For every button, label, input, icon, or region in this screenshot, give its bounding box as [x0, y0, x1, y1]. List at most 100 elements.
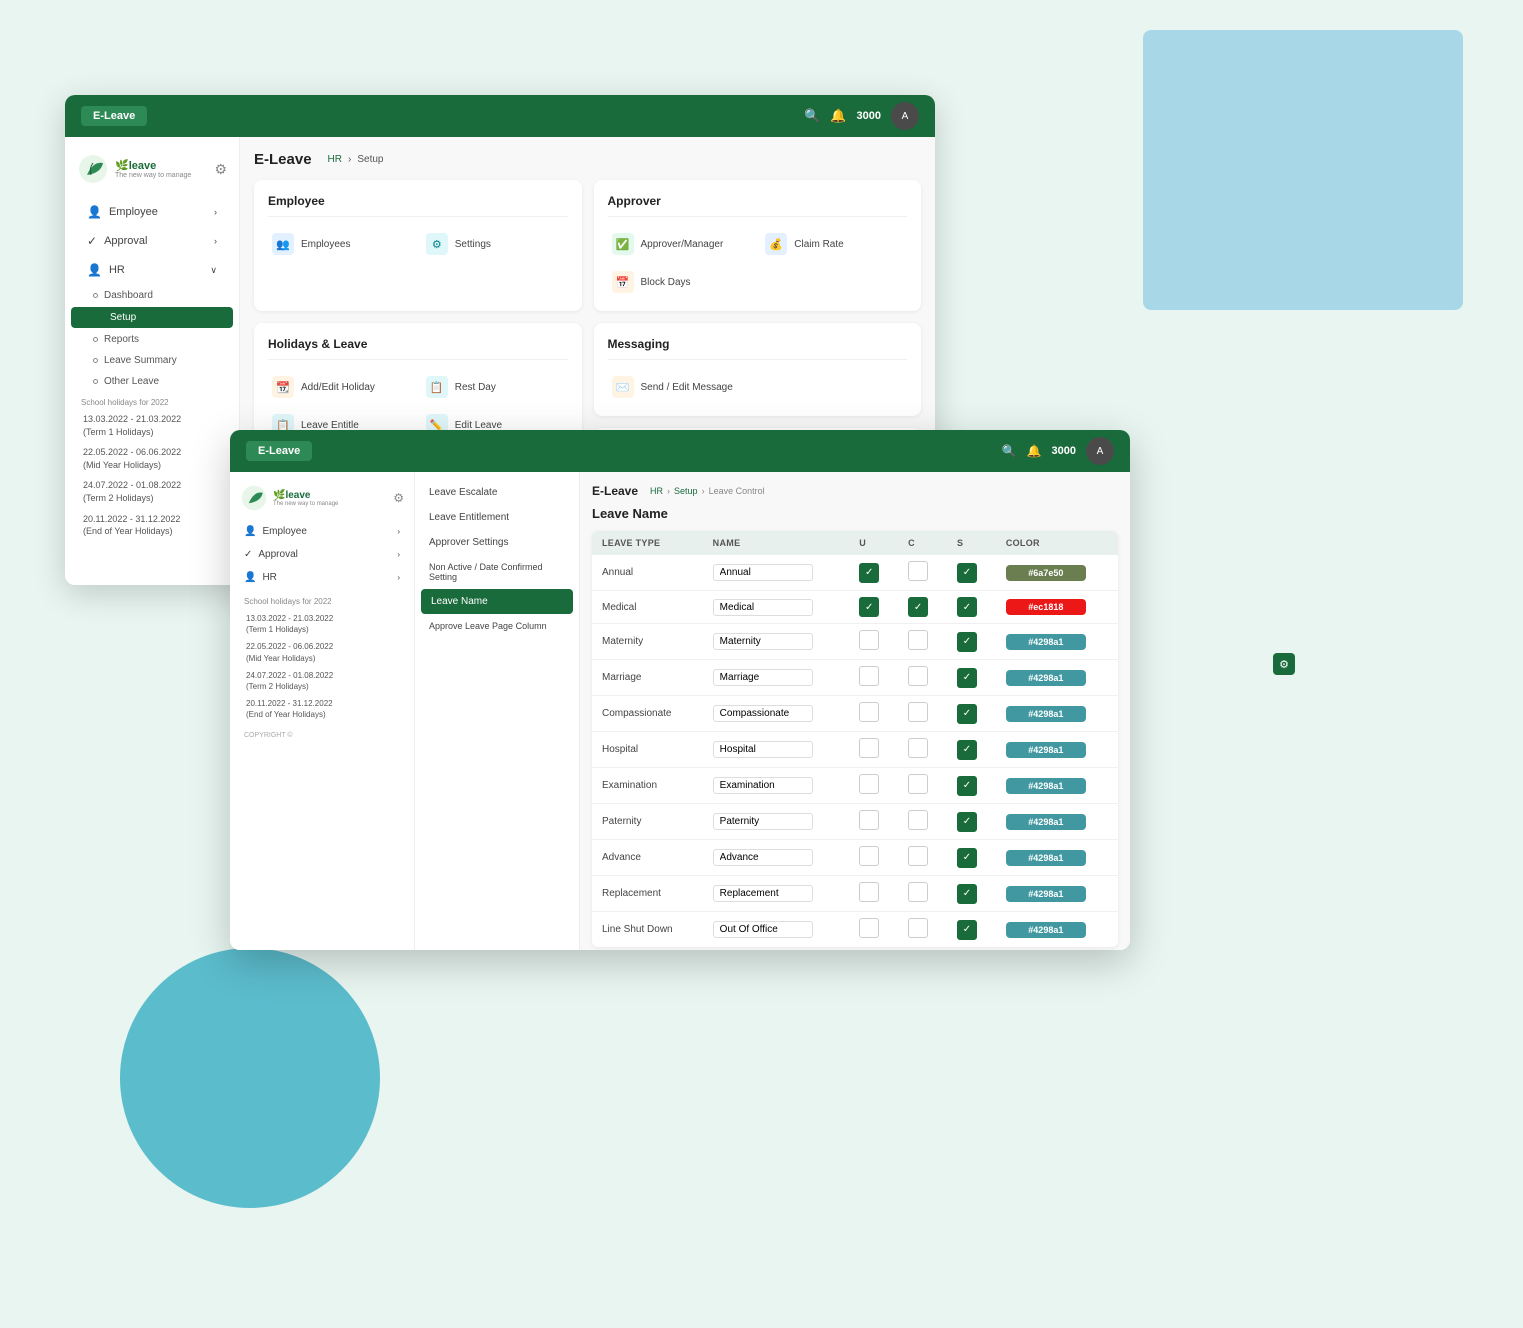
holiday-item-2[interactable]: 22.05.2022 - 06.06.2022 (Mid Year Holida…	[65, 442, 239, 475]
name-input-marriage[interactable]	[713, 669, 813, 686]
holiday-item-4[interactable]: 20.11.2022 - 31.12.2022 (End of Year Hol…	[65, 509, 239, 542]
checkbox-u-replacement[interactable]	[859, 882, 879, 902]
lc-non-active[interactable]: Non Active / Date Confirmed Setting	[415, 555, 579, 589]
holiday-item-2-4[interactable]: 20.11.2022 - 31.12.2022(End of Year Holi…	[230, 695, 414, 723]
checkbox-u-annual[interactable]: ✓	[859, 563, 879, 583]
checkbox-u-paternity[interactable]	[859, 810, 879, 830]
name-input-paternity[interactable]	[713, 813, 813, 830]
sidebar-item-employee-2[interactable]: 👤 Employee ›	[230, 520, 414, 543]
checkbox-c-paternity[interactable]	[908, 810, 928, 830]
card-item-approver-manager[interactable]: ✅ Approver/Manager	[608, 229, 754, 259]
checkbox-u-compassionate[interactable]	[859, 702, 879, 722]
breadcrumb-hr-1[interactable]: HR	[328, 154, 342, 165]
checkbox-c-examination[interactable]	[908, 774, 928, 794]
checkbox-u-medical[interactable]: ✓	[859, 597, 879, 617]
name-input-advance[interactable]	[713, 849, 813, 866]
color-hospital[interactable]: #4298a1	[1006, 742, 1086, 758]
card-item-rest-day[interactable]: 📋 Rest Day	[422, 372, 568, 402]
holiday-item-2-1[interactable]: 13.03.2022 - 21.03.2022(Term 1 Holidays)	[230, 610, 414, 638]
checkbox-s-medical[interactable]: ✓	[957, 597, 977, 617]
lc-approver-settings[interactable]: Approver Settings	[415, 530, 579, 555]
checkbox-u-hospital[interactable]	[859, 738, 879, 758]
sidebar-settings-icon-2[interactable]: ⚙	[393, 491, 404, 505]
sidebar-sub-reports-1[interactable]: Reports	[65, 329, 239, 350]
holiday-item-2-3[interactable]: 24.07.2022 - 01.08.2022(Term 2 Holidays)	[230, 667, 414, 695]
name-input-maternity[interactable]	[713, 633, 813, 650]
name-input-medical[interactable]	[713, 599, 813, 616]
lc-approve-leave-page[interactable]: Approve Leave Page Column	[415, 614, 579, 638]
bell-icon-2[interactable]: 🔔	[1027, 444, 1042, 458]
sidebar-sub-setup-1[interactable]: Setup	[71, 307, 233, 328]
search-icon-2[interactable]: 🔍	[1002, 444, 1017, 458]
color-marriage[interactable]: #4298a1	[1006, 670, 1086, 686]
checkbox-c-lineshutdown[interactable]	[908, 918, 928, 938]
card-item-block-days[interactable]: 📅 Block Days	[608, 267, 754, 297]
checkbox-s-examination[interactable]: ✓	[957, 776, 977, 796]
color-medical[interactable]: #ec1818	[1006, 599, 1086, 615]
color-annual[interactable]: #6a7e50	[1006, 565, 1086, 581]
checkbox-c-hospital[interactable]	[908, 738, 928, 758]
holiday-item-3[interactable]: 24.07.2022 - 01.08.2022 (Term 2 Holidays…	[65, 475, 239, 508]
name-input-annual[interactable]	[713, 564, 813, 581]
checkbox-u-maternity[interactable]	[859, 630, 879, 650]
brand-button-2[interactable]: E-Leave	[246, 441, 312, 461]
checkbox-c-medical[interactable]: ✓	[908, 597, 928, 617]
name-input-examination[interactable]	[713, 777, 813, 794]
breadcrumb-hr-2[interactable]: HR	[650, 486, 663, 496]
sidebar-item-hr-1[interactable]: 👤 HR ∨	[71, 256, 233, 284]
card-item-settings[interactable]: ⚙ Settings	[422, 229, 568, 259]
lc-leave-escalate[interactable]: Leave Escalate	[415, 480, 579, 505]
checkbox-c-compassionate[interactable]	[908, 702, 928, 722]
search-icon[interactable]: 🔍	[804, 108, 820, 124]
checkbox-s-paternity[interactable]: ✓	[957, 812, 977, 832]
lc-leave-entitlement[interactable]: Leave Entitlement	[415, 505, 579, 530]
checkbox-s-hospital[interactable]: ✓	[957, 740, 977, 760]
sidebar-sub-dashboard-1[interactable]: Dashboard	[65, 285, 239, 306]
name-input-replacement[interactable]	[713, 885, 813, 902]
checkbox-u-examination[interactable]	[859, 774, 879, 794]
card-item-claim-rate[interactable]: 💰 Claim Rate	[761, 229, 907, 259]
sidebar-sub-otherleave-1[interactable]: Other Leave	[65, 371, 239, 392]
checkbox-u-advance[interactable]	[859, 846, 879, 866]
sidebar-settings-icon-1[interactable]: ⚙	[214, 161, 227, 178]
bell-icon[interactable]: 🔔	[830, 108, 846, 124]
checkbox-c-advance[interactable]	[908, 846, 928, 866]
checkbox-u-lineshutdown[interactable]	[859, 918, 879, 938]
color-compassionate[interactable]: #4298a1	[1006, 706, 1086, 722]
checkbox-s-maternity[interactable]: ✓	[957, 632, 977, 652]
breadcrumb-setup-2[interactable]: Setup	[674, 486, 698, 496]
checkbox-s-replacement[interactable]: ✓	[957, 884, 977, 904]
checkbox-s-annual[interactable]: ✓	[957, 563, 977, 583]
checkbox-c-marriage[interactable]	[908, 666, 928, 686]
sidebar-item-employee-1[interactable]: 👤 Employee ›	[71, 198, 233, 226]
name-input-lineshutdown[interactable]	[713, 921, 813, 938]
color-maternity[interactable]: #4298a1	[1006, 634, 1086, 650]
sidebar-item-approval-2[interactable]: ✓ Approval ›	[230, 543, 414, 566]
color-lineshutdown[interactable]: #4298a1	[1006, 922, 1086, 938]
color-advance[interactable]: #4298a1	[1006, 850, 1086, 866]
color-paternity[interactable]: #4298a1	[1006, 814, 1086, 830]
card-item-employees[interactable]: 👥 Employees	[268, 229, 414, 259]
holiday-item-1[interactable]: 13.03.2022 - 21.03.2022 (Term 1 Holidays…	[65, 409, 239, 442]
sidebar-item-approval-1[interactable]: ✓ Approval ›	[71, 227, 233, 255]
card-item-add-holiday[interactable]: 📆 Add/Edit Holiday	[268, 372, 414, 402]
checkbox-s-compassionate[interactable]: ✓	[957, 704, 977, 724]
avatar-2[interactable]: A	[1086, 437, 1114, 465]
color-examination[interactable]: #4298a1	[1006, 778, 1086, 794]
checkbox-c-maternity[interactable]	[908, 630, 928, 650]
checkbox-s-marriage[interactable]: ✓	[957, 668, 977, 688]
checkbox-s-lineshutdown[interactable]: ✓	[957, 920, 977, 940]
lc-leave-name[interactable]: Leave Name	[421, 589, 573, 614]
name-input-hospital[interactable]	[713, 741, 813, 758]
holiday-item-2-2[interactable]: 22.05.2022 - 06.06.2022(Mid Year Holiday…	[230, 638, 414, 666]
checkbox-c-replacement[interactable]	[908, 882, 928, 902]
checkbox-c-annual[interactable]	[908, 561, 928, 581]
avatar-1[interactable]: A	[891, 102, 919, 130]
brand-button-1[interactable]: E-Leave	[81, 106, 147, 126]
sidebar-item-hr-2[interactable]: 👤 HR ›	[230, 566, 414, 589]
name-input-compassionate[interactable]	[713, 705, 813, 722]
card-item-send-message[interactable]: ✉️ Send / Edit Message	[608, 372, 754, 402]
checkbox-s-advance[interactable]: ✓	[957, 848, 977, 868]
checkbox-u-marriage[interactable]	[859, 666, 879, 686]
color-replacement[interactable]: #4298a1	[1006, 886, 1086, 902]
